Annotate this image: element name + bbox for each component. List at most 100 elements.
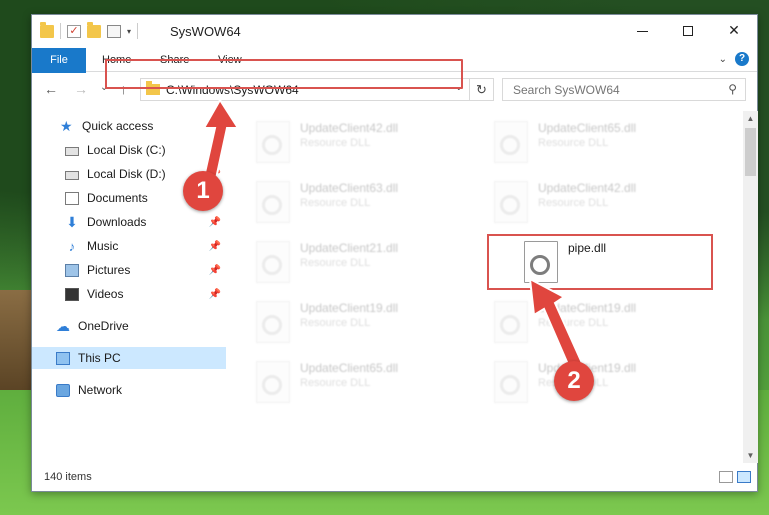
file-type: Resource DLL [300,317,371,329]
sidebar-item-label: Local Disk (D:) [87,167,166,181]
gear-icon [500,195,520,215]
sidebar-item-network[interactable]: Network [32,379,226,401]
gear-icon [500,315,520,335]
scroll-down-arrow-icon[interactable]: ▼ [743,448,758,463]
file-name: UpdateClient65.dll [300,361,399,375]
music-icon: ♪ [68,238,76,254]
file-item[interactable]: UpdateClient42.dll Resource DLL [228,115,458,171]
step-badge-2: 2 [554,361,594,401]
maximize-button[interactable] [665,15,711,46]
sidebar-item-downloads[interactable]: ⬇ Downloads 📌 [32,211,226,233]
pin-icon[interactable]: 📌 [209,217,221,228]
sidebar-item-label: Downloads [87,215,147,229]
search-box[interactable]: ⚲ [502,78,746,101]
star-icon: ★ [60,117,73,134]
details-view-icon[interactable] [719,471,733,483]
documents-icon [65,191,79,205]
gear-icon [262,195,282,215]
sidebar-item-label: Videos [87,287,124,301]
file-type: Resource DLL [300,137,371,149]
disk-icon [65,170,79,180]
gear-icon [262,135,282,155]
step-badge-1: 1 [183,171,223,211]
network-icon [56,383,70,397]
sidebar-item-label: Local Disk (C:) [87,143,166,157]
status-bar: 140 items [32,465,757,491]
file-name: UpdateClient19.dll [300,301,399,315]
file-type: Resource DLL [300,197,371,209]
disk-icon [65,146,79,156]
search-input[interactable] [503,79,713,100]
ribbon-right-controls: ⌄ ? [719,52,749,66]
pc-icon [56,351,70,365]
sidebar-item-this-pc[interactable]: This PC [32,347,226,369]
sidebar-item-label: Documents [87,191,148,205]
back-button[interactable]: ← [44,81,58,97]
sidebar-item-label: Pictures [87,263,131,277]
sidebar-item-label: Network [78,383,123,397]
minimize-button[interactable] [619,15,665,46]
quick-access-toolbar: ✓ ▾ [40,21,139,39]
file-item[interactable]: UpdateClient63.dll Resource DLL [228,175,458,231]
window-controls: ✕ [619,15,757,46]
file-name: UpdateClient21.dll [300,241,399,255]
gear-icon [500,135,520,155]
new-folder-icon[interactable] [87,21,101,38]
file-name: UpdateClient65.dll [538,121,637,135]
maximize-icon [683,26,693,37]
sidebar-item-label: Quick access [82,119,154,133]
qat-separator-2 [137,23,139,39]
file-type: Resource DLL [538,197,609,209]
sidebar-item-music[interactable]: ♪ Music 📌 [32,235,226,257]
sidebar-item-label: This PC [78,351,121,365]
minimize-icon [636,30,648,32]
pin-icon[interactable]: 📌 [209,241,221,252]
forward-button[interactable]: → [74,81,88,97]
file-name: UpdateClient42.dll [538,181,637,195]
view-toggle [719,471,751,483]
expand-ribbon-icon[interactable]: ⌄ [719,54,727,65]
sidebar-item-onedrive[interactable]: ☁ OneDrive [32,315,226,337]
pin-icon[interactable]: 📌 [209,289,221,300]
help-icon[interactable]: ? [735,52,749,66]
qat-separator [60,23,61,39]
file-item[interactable]: UpdateClient65.dll Resource DLL [228,355,458,411]
download-icon: ⬇ [66,213,78,230]
background-hut [0,290,34,390]
pictures-icon [65,263,79,277]
scroll-up-arrow-icon[interactable]: ▲ [743,111,758,126]
gear-icon [500,375,520,395]
gear-icon [262,315,282,335]
close-button[interactable]: ✕ [711,15,757,46]
file-type: Resource DLL [300,257,371,269]
file-item[interactable]: UpdateClient21.dll Resource DLL [228,235,458,291]
gear-icon [262,255,282,275]
file-item[interactable]: UpdateClient65.dll Resource DLL [466,115,696,171]
qat-dropdown-icon[interactable]: ▾ [127,27,131,36]
file-name: UpdateClient42.dll [300,121,399,135]
gear-icon [262,375,282,395]
sidebar-item-label: Music [87,239,119,253]
pin-icon[interactable]: 📌 [209,265,221,276]
large-icons-view-icon[interactable] [737,471,751,483]
file-item[interactable]: UpdateClient19.dll Resource DLL [228,295,458,351]
highlight-box-address [105,59,463,89]
search-icon[interactable]: ⚲ [728,82,737,96]
vertical-scrollbar[interactable]: ▲ ▼ [743,111,758,463]
sidebar-item-videos[interactable]: Videos 📌 [32,283,226,305]
file-type: Resource DLL [538,137,609,149]
window-title: SysWOW64 [170,24,241,39]
file-type: Resource DLL [300,377,371,389]
refresh-button[interactable]: ↻ [469,79,493,100]
customize-icon[interactable] [107,24,121,38]
videos-icon [65,287,79,301]
folder-icon[interactable] [40,21,54,38]
properties-check-icon[interactable]: ✓ [67,24,81,38]
title-bar: ✓ ▾ SysWOW64 ✕ [32,15,757,48]
file-name: UpdateClient63.dll [300,181,399,195]
item-count: 140 items [44,471,92,483]
sidebar-item-pictures[interactable]: Pictures 📌 [32,259,226,281]
scrollbar-thumb[interactable] [745,128,756,176]
file-item[interactable]: UpdateClient42.dll Resource DLL [466,175,696,231]
sidebar-item-label: OneDrive [78,319,129,333]
